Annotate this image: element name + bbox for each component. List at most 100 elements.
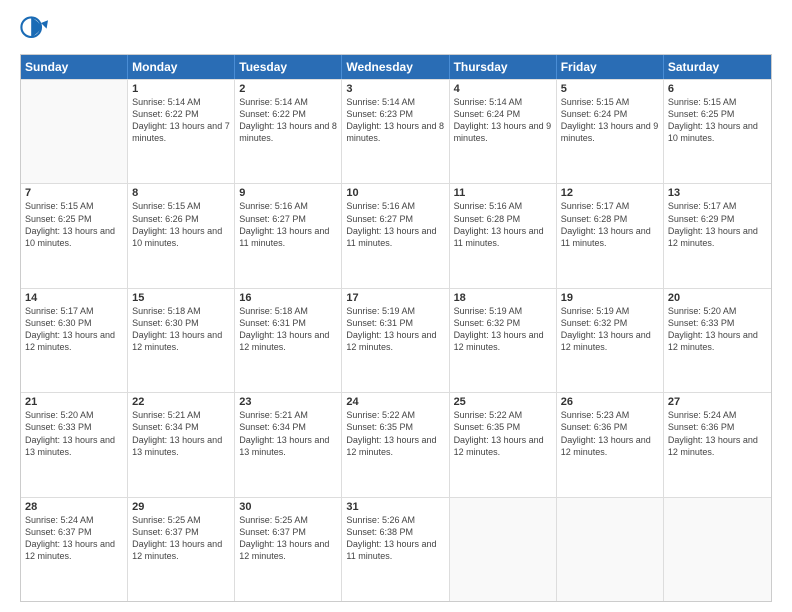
- cal-cell: 1Sunrise: 5:14 AM Sunset: 6:22 PM Daylig…: [128, 80, 235, 183]
- cal-cell: [21, 80, 128, 183]
- day-info: Sunrise: 5:18 AM Sunset: 6:30 PM Dayligh…: [132, 305, 230, 354]
- cal-cell: 18Sunrise: 5:19 AM Sunset: 6:32 PM Dayli…: [450, 289, 557, 392]
- day-info: Sunrise: 5:16 AM Sunset: 6:28 PM Dayligh…: [454, 200, 552, 249]
- cal-cell: 7Sunrise: 5:15 AM Sunset: 6:25 PM Daylig…: [21, 184, 128, 287]
- header-day-tuesday: Tuesday: [235, 55, 342, 79]
- calendar-header: SundayMondayTuesdayWednesdayThursdayFrid…: [21, 55, 771, 79]
- cal-cell: [664, 498, 771, 601]
- day-number: 7: [25, 187, 123, 199]
- cal-cell: 14Sunrise: 5:17 AM Sunset: 6:30 PM Dayli…: [21, 289, 128, 392]
- day-number: 16: [239, 292, 337, 304]
- day-number: 26: [561, 396, 659, 408]
- cal-cell: 8Sunrise: 5:15 AM Sunset: 6:26 PM Daylig…: [128, 184, 235, 287]
- day-info: Sunrise: 5:18 AM Sunset: 6:31 PM Dayligh…: [239, 305, 337, 354]
- cal-cell: 30Sunrise: 5:25 AM Sunset: 6:37 PM Dayli…: [235, 498, 342, 601]
- day-info: Sunrise: 5:19 AM Sunset: 6:31 PM Dayligh…: [346, 305, 444, 354]
- cal-cell: 3Sunrise: 5:14 AM Sunset: 6:23 PM Daylig…: [342, 80, 449, 183]
- cal-cell: [557, 498, 664, 601]
- day-number: 1: [132, 83, 230, 95]
- cal-cell: 29Sunrise: 5:25 AM Sunset: 6:37 PM Dayli…: [128, 498, 235, 601]
- cal-cell: 5Sunrise: 5:15 AM Sunset: 6:24 PM Daylig…: [557, 80, 664, 183]
- day-number: 28: [25, 501, 123, 513]
- day-number: 24: [346, 396, 444, 408]
- day-number: 12: [561, 187, 659, 199]
- day-info: Sunrise: 5:17 AM Sunset: 6:30 PM Dayligh…: [25, 305, 123, 354]
- day-number: 9: [239, 187, 337, 199]
- day-number: 31: [346, 501, 444, 513]
- day-info: Sunrise: 5:25 AM Sunset: 6:37 PM Dayligh…: [239, 514, 337, 563]
- cal-cell: 20Sunrise: 5:20 AM Sunset: 6:33 PM Dayli…: [664, 289, 771, 392]
- cal-cell: 10Sunrise: 5:16 AM Sunset: 6:27 PM Dayli…: [342, 184, 449, 287]
- day-info: Sunrise: 5:14 AM Sunset: 6:22 PM Dayligh…: [132, 96, 230, 145]
- cal-cell: 24Sunrise: 5:22 AM Sunset: 6:35 PM Dayli…: [342, 393, 449, 496]
- header-day-friday: Friday: [557, 55, 664, 79]
- day-number: 17: [346, 292, 444, 304]
- day-info: Sunrise: 5:22 AM Sunset: 6:35 PM Dayligh…: [346, 409, 444, 458]
- header: [20, 16, 772, 44]
- cal-cell: 27Sunrise: 5:24 AM Sunset: 6:36 PM Dayli…: [664, 393, 771, 496]
- day-number: 27: [668, 396, 767, 408]
- header-day-monday: Monday: [128, 55, 235, 79]
- day-number: 25: [454, 396, 552, 408]
- week-row-2: 14Sunrise: 5:17 AM Sunset: 6:30 PM Dayli…: [21, 288, 771, 392]
- cal-cell: [450, 498, 557, 601]
- day-number: 13: [668, 187, 767, 199]
- day-info: Sunrise: 5:17 AM Sunset: 6:29 PM Dayligh…: [668, 200, 767, 249]
- cal-cell: 16Sunrise: 5:18 AM Sunset: 6:31 PM Dayli…: [235, 289, 342, 392]
- cal-cell: 23Sunrise: 5:21 AM Sunset: 6:34 PM Dayli…: [235, 393, 342, 496]
- page: SundayMondayTuesdayWednesdayThursdayFrid…: [0, 0, 792, 612]
- header-day-sunday: Sunday: [21, 55, 128, 79]
- day-info: Sunrise: 5:19 AM Sunset: 6:32 PM Dayligh…: [454, 305, 552, 354]
- day-info: Sunrise: 5:17 AM Sunset: 6:28 PM Dayligh…: [561, 200, 659, 249]
- day-info: Sunrise: 5:16 AM Sunset: 6:27 PM Dayligh…: [239, 200, 337, 249]
- week-row-4: 28Sunrise: 5:24 AM Sunset: 6:37 PM Dayli…: [21, 497, 771, 601]
- header-day-wednesday: Wednesday: [342, 55, 449, 79]
- day-number: 2: [239, 83, 337, 95]
- week-row-0: 1Sunrise: 5:14 AM Sunset: 6:22 PM Daylig…: [21, 79, 771, 183]
- calendar: SundayMondayTuesdayWednesdayThursdayFrid…: [20, 54, 772, 602]
- day-info: Sunrise: 5:14 AM Sunset: 6:23 PM Dayligh…: [346, 96, 444, 145]
- cal-cell: 26Sunrise: 5:23 AM Sunset: 6:36 PM Dayli…: [557, 393, 664, 496]
- day-info: Sunrise: 5:15 AM Sunset: 6:24 PM Dayligh…: [561, 96, 659, 145]
- day-info: Sunrise: 5:23 AM Sunset: 6:36 PM Dayligh…: [561, 409, 659, 458]
- day-number: 22: [132, 396, 230, 408]
- cal-cell: 22Sunrise: 5:21 AM Sunset: 6:34 PM Dayli…: [128, 393, 235, 496]
- day-number: 10: [346, 187, 444, 199]
- day-info: Sunrise: 5:24 AM Sunset: 6:36 PM Dayligh…: [668, 409, 767, 458]
- cal-cell: 11Sunrise: 5:16 AM Sunset: 6:28 PM Dayli…: [450, 184, 557, 287]
- cal-cell: 12Sunrise: 5:17 AM Sunset: 6:28 PM Dayli…: [557, 184, 664, 287]
- cal-cell: 28Sunrise: 5:24 AM Sunset: 6:37 PM Dayli…: [21, 498, 128, 601]
- day-number: 30: [239, 501, 337, 513]
- day-info: Sunrise: 5:21 AM Sunset: 6:34 PM Dayligh…: [239, 409, 337, 458]
- day-info: Sunrise: 5:20 AM Sunset: 6:33 PM Dayligh…: [25, 409, 123, 458]
- day-info: Sunrise: 5:15 AM Sunset: 6:26 PM Dayligh…: [132, 200, 230, 249]
- day-number: 20: [668, 292, 767, 304]
- day-info: Sunrise: 5:14 AM Sunset: 6:22 PM Dayligh…: [239, 96, 337, 145]
- day-number: 6: [668, 83, 767, 95]
- day-number: 29: [132, 501, 230, 513]
- header-day-saturday: Saturday: [664, 55, 771, 79]
- cal-cell: 9Sunrise: 5:16 AM Sunset: 6:27 PM Daylig…: [235, 184, 342, 287]
- cal-cell: 19Sunrise: 5:19 AM Sunset: 6:32 PM Dayli…: [557, 289, 664, 392]
- cal-cell: 31Sunrise: 5:26 AM Sunset: 6:38 PM Dayli…: [342, 498, 449, 601]
- calendar-body: 1Sunrise: 5:14 AM Sunset: 6:22 PM Daylig…: [21, 79, 771, 601]
- day-number: 11: [454, 187, 552, 199]
- day-number: 4: [454, 83, 552, 95]
- cal-cell: 6Sunrise: 5:15 AM Sunset: 6:25 PM Daylig…: [664, 80, 771, 183]
- logo: [20, 16, 52, 44]
- cal-cell: 17Sunrise: 5:19 AM Sunset: 6:31 PM Dayli…: [342, 289, 449, 392]
- day-info: Sunrise: 5:22 AM Sunset: 6:35 PM Dayligh…: [454, 409, 552, 458]
- day-number: 5: [561, 83, 659, 95]
- day-number: 21: [25, 396, 123, 408]
- cal-cell: 13Sunrise: 5:17 AM Sunset: 6:29 PM Dayli…: [664, 184, 771, 287]
- day-info: Sunrise: 5:15 AM Sunset: 6:25 PM Dayligh…: [668, 96, 767, 145]
- day-number: 18: [454, 292, 552, 304]
- cal-cell: 15Sunrise: 5:18 AM Sunset: 6:30 PM Dayli…: [128, 289, 235, 392]
- header-day-thursday: Thursday: [450, 55, 557, 79]
- day-number: 8: [132, 187, 230, 199]
- day-number: 19: [561, 292, 659, 304]
- cal-cell: 21Sunrise: 5:20 AM Sunset: 6:33 PM Dayli…: [21, 393, 128, 496]
- cal-cell: 4Sunrise: 5:14 AM Sunset: 6:24 PM Daylig…: [450, 80, 557, 183]
- day-number: 23: [239, 396, 337, 408]
- day-info: Sunrise: 5:26 AM Sunset: 6:38 PM Dayligh…: [346, 514, 444, 563]
